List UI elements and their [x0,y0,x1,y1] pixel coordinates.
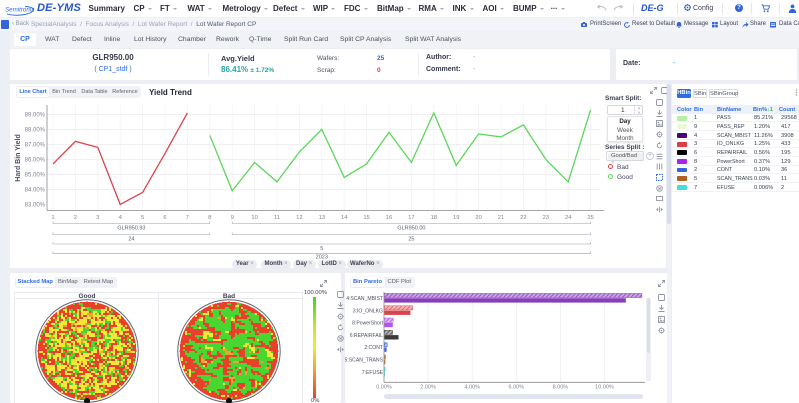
svg-text:6: 6 [163,215,166,221]
svg-text:2:CONT: 2:CONT [364,345,383,351]
svg-text:8:PowerShort: 8:PowerShort [352,321,383,327]
svg-text:84.00%: 84.00% [25,187,46,193]
svg-text:11: 11 [274,215,280,221]
svg-text:20: 20 [475,215,481,221]
svg-text:4: 4 [119,215,123,221]
svg-text:8: 8 [208,215,211,221]
svg-text:13: 13 [319,215,325,221]
svg-text:8.00%: 8.00% [553,385,569,391]
svg-text:2: 2 [74,215,77,221]
svg-text:1: 1 [51,215,54,221]
svg-text:4.00%: 4.00% [464,385,480,391]
svg-text:15: 15 [363,215,369,221]
svg-text:89.00%: 89.00% [25,112,46,118]
svg-text:4:SCAN_MBIST: 4:SCAN_MBIST [346,296,383,302]
svg-text:7: 7 [186,215,189,221]
svg-text:2.00%: 2.00% [420,385,436,391]
svg-text:18: 18 [431,215,437,221]
svg-text:5: 5 [320,246,323,252]
svg-text:14: 14 [341,215,348,221]
svg-text:85.00%: 85.00% [25,172,46,178]
svg-text:6:REPAIRFAIL: 6:REPAIRFAIL [350,333,383,339]
svg-text:6.00%: 6.00% [508,385,524,391]
svg-text:GLR950.93: GLR950.93 [117,226,145,232]
svg-text:3: 3 [96,215,99,221]
svg-text:Hard Bin Yield: Hard Bin Yield [15,134,22,181]
svg-text:25: 25 [587,215,593,221]
svg-text:83.00%: 83.00% [25,202,46,208]
svg-text:3:IO_ONLKG: 3:IO_ONLKG [353,308,383,314]
svg-text:24: 24 [128,237,134,243]
svg-text:5: 5 [141,215,144,221]
svg-text:12: 12 [296,215,302,221]
svg-text:10: 10 [251,215,257,221]
svg-text:19: 19 [453,215,459,221]
svg-text:17: 17 [408,215,414,221]
svg-text:87.00%: 87.00% [25,142,46,148]
svg-text:88.00%: 88.00% [25,127,46,133]
svg-text:10.00%: 10.00% [595,385,614,391]
svg-text:21: 21 [498,215,504,221]
svg-text:25: 25 [408,237,414,243]
svg-text:86.00%: 86.00% [25,157,46,163]
svg-text:16: 16 [386,215,392,221]
svg-text:22: 22 [520,215,526,221]
svg-text:GLR950.00: GLR950.00 [397,226,425,232]
svg-text:Semitronix: Semitronix [5,6,35,13]
svg-text:24: 24 [565,215,572,221]
svg-text:7:EFUSE: 7:EFUSE [362,370,384,376]
svg-text:9: 9 [231,215,234,221]
svg-text:5:SCAN_TRANS: 5:SCAN_TRANS [345,358,384,364]
svg-text:0.00%: 0.00% [376,385,392,391]
svg-text:23: 23 [543,215,549,221]
